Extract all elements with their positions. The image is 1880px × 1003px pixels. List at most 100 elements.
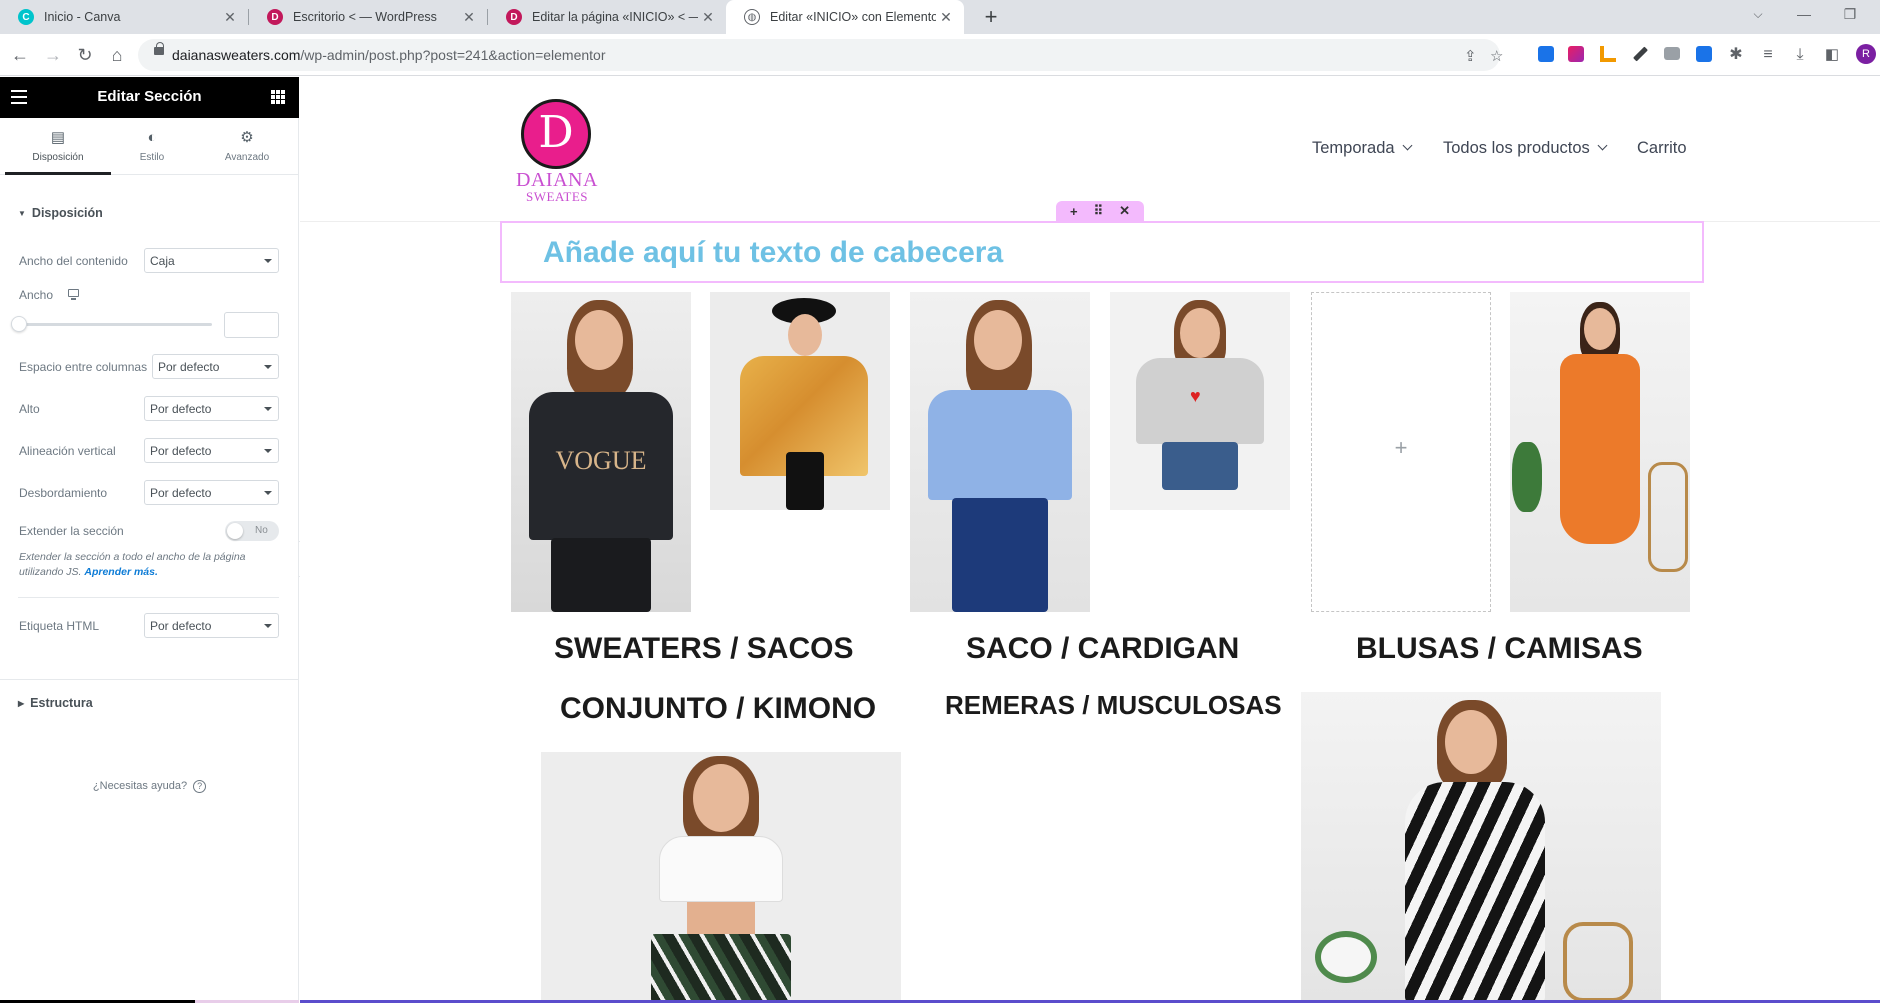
- help-link[interactable]: ¿Necesitas ayuda??: [0, 780, 299, 793]
- column-gap-select[interactable]: Por defecto: [152, 354, 279, 379]
- tab-label: Avanzado: [224, 152, 270, 163]
- close-icon[interactable]: ✕: [698, 9, 718, 26]
- add-widget-icon[interactable]: +: [1312, 435, 1490, 461]
- product-image-kimono[interactable]: [710, 292, 890, 510]
- content-width-label: Ancho del contenido: [19, 254, 128, 268]
- tab-title: Escritorio < — WordPress: [293, 10, 437, 24]
- image-face: [788, 314, 822, 356]
- heading-text[interactable]: Añade aquí tu texto de cabecera: [543, 236, 1003, 270]
- html-tag-select[interactable]: Por defecto: [144, 613, 279, 638]
- extension-translate-icon[interactable]: [1538, 46, 1554, 62]
- section-handle[interactable]: + ⠿ ✕: [1056, 201, 1144, 221]
- height-select[interactable]: Por defecto: [144, 396, 279, 421]
- width-slider-handle[interactable]: [11, 316, 27, 332]
- camera-icon[interactable]: [1664, 47, 1680, 60]
- category-heading-blusas[interactable]: BLUSAS / CAMISAS: [1356, 632, 1643, 666]
- product-image-blue-blouse[interactable]: [910, 292, 1090, 612]
- nav-item-carrito[interactable]: Carrito: [1637, 139, 1687, 158]
- tab-elementor[interactable]: ◍ Editar «INICIO» con Elementor ✕: [726, 0, 964, 34]
- tab-avanzado[interactable]: ⚙ Avanzado: [197, 118, 297, 175]
- caret-down-icon: ▼: [18, 209, 26, 218]
- tab-label: Estilo: [139, 152, 165, 163]
- product-image-crop-top[interactable]: [541, 752, 901, 1003]
- tab-search-icon[interactable]: ⌵: [1735, 0, 1781, 30]
- vertical-align-select[interactable]: Por defecto: [144, 438, 279, 463]
- forward-icon[interactable]: →: [41, 43, 65, 67]
- share-icon[interactable]: ⇪: [1464, 47, 1477, 65]
- downloads-icon[interactable]: ⤓: [1788, 43, 1812, 67]
- heart-print: ♥: [1190, 386, 1201, 406]
- selected-section[interactable]: Añade aquí tu texto de cabecera: [500, 221, 1704, 283]
- tab-wordpress-edit-page[interactable]: D Editar la página «INICIO» < — WordP ✕: [488, 0, 726, 34]
- media-queue-icon[interactable]: ≡: [1756, 43, 1780, 67]
- url-host: daianasweaters.com: [172, 47, 301, 63]
- width-input[interactable]: [224, 312, 279, 338]
- image-pants: [651, 934, 791, 1003]
- site-logo[interactable]: D DAIANA SWEATES: [516, 99, 597, 207]
- minimize-icon[interactable]: —: [1781, 0, 1827, 30]
- select-value: Por defecto: [150, 402, 212, 416]
- tab-wordpress-dashboard[interactable]: D Escritorio < — WordPress ✕: [249, 0, 487, 34]
- new-tab-button[interactable]: +: [978, 5, 1004, 29]
- close-icon[interactable]: ✕: [220, 9, 240, 26]
- close-icon[interactable]: ✕: [936, 9, 956, 26]
- category-heading-sweaters[interactable]: SWEATERS / SACOS: [554, 632, 853, 666]
- bookmark-star-icon[interactable]: ☆: [1490, 47, 1503, 65]
- widgets-grid-icon[interactable]: [271, 90, 285, 104]
- back-icon[interactable]: ←: [8, 43, 32, 67]
- nav-item-todos-los-productos[interactable]: Todos los productos: [1443, 139, 1608, 158]
- image-flowers: [1321, 937, 1371, 977]
- lock-icon[interactable]: [154, 42, 164, 55]
- drag-handle-icon[interactable]: ⠿: [1094, 203, 1104, 219]
- close-icon[interactable]: ✕: [459, 9, 479, 26]
- product-image-zebra-dress[interactable]: [1301, 692, 1661, 1003]
- stretch-description: Extender la sección a todo el ancho de l…: [19, 550, 269, 580]
- profile-avatar[interactable]: R: [1856, 44, 1876, 64]
- section-toggle-estructura[interactable]: ▶ Estructura: [18, 696, 93, 710]
- wordpress-icon: D: [267, 9, 283, 25]
- tab-canva[interactable]: C Inicio - Canva ✕: [0, 0, 248, 34]
- product-image-orange-dress[interactable]: [1510, 292, 1690, 612]
- content-width-select[interactable]: Caja: [144, 248, 279, 273]
- delete-section-icon[interactable]: ✕: [1119, 203, 1130, 219]
- learn-more-link[interactable]: Aprender más.: [84, 566, 158, 578]
- product-image-vogue-tee[interactable]: VOGUE: [511, 292, 691, 612]
- home-icon[interactable]: ⌂: [105, 43, 129, 67]
- vertical-align-label: Alineación vertical: [19, 444, 116, 458]
- caret-right-icon: ▶: [18, 699, 25, 708]
- product-image-love-tee[interactable]: ♥: [1110, 292, 1290, 510]
- extension-color-icon[interactable]: [1568, 46, 1584, 62]
- add-section-icon[interactable]: +: [1070, 204, 1078, 219]
- select-value: Caja: [150, 254, 175, 268]
- extension-download-icon[interactable]: [1696, 46, 1712, 62]
- restore-icon[interactable]: ❐: [1827, 0, 1873, 30]
- overflow-select[interactable]: Por defecto: [144, 480, 279, 505]
- image-pants: [786, 452, 824, 510]
- dropdown-arrow-icon: [264, 407, 272, 411]
- nav-item-temporada[interactable]: Temporada: [1312, 139, 1413, 158]
- image-crop-top: [659, 836, 783, 902]
- section-toggle-disposicion[interactable]: ▼ Disposición: [18, 206, 103, 220]
- image-face: [974, 310, 1022, 370]
- extension-ruler-icon[interactable]: [1600, 46, 1616, 62]
- category-heading-conjunto[interactable]: CONJUNTO / KIMONO: [560, 692, 876, 726]
- empty-column-placeholder[interactable]: +: [1311, 292, 1491, 612]
- eyedropper-icon[interactable]: [1633, 46, 1648, 62]
- reload-icon[interactable]: ↻: [73, 43, 97, 67]
- side-panel-icon[interactable]: ◧: [1820, 43, 1844, 67]
- tab-title: Editar «INICIO» con Elementor: [770, 10, 936, 24]
- address-bar[interactable]: daianasweaters.com/wp-admin/post.php?pos…: [138, 39, 1503, 71]
- tab-disposicion[interactable]: ▤ Disposición: [5, 118, 111, 175]
- width-slider-track[interactable]: [18, 323, 212, 326]
- dropdown-arrow-icon: [264, 365, 272, 369]
- stretch-switch[interactable]: No: [225, 521, 279, 541]
- panel-tabs: ▤ Disposición ◐ Estilo ⚙ Avanzado: [0, 118, 299, 175]
- category-heading-saco[interactable]: SACO / CARDIGAN: [966, 632, 1239, 666]
- desktop-device-icon[interactable]: [68, 289, 79, 300]
- category-heading-remeras[interactable]: REMERAS / MUSCULOSAS: [945, 690, 1282, 721]
- image-face: [1445, 710, 1497, 774]
- section-label: Disposición: [31, 206, 103, 220]
- switch-label: No: [255, 525, 268, 536]
- tab-estilo[interactable]: ◐ Estilo: [102, 118, 202, 175]
- extensions-puzzle-icon[interactable]: ✱: [1724, 43, 1748, 67]
